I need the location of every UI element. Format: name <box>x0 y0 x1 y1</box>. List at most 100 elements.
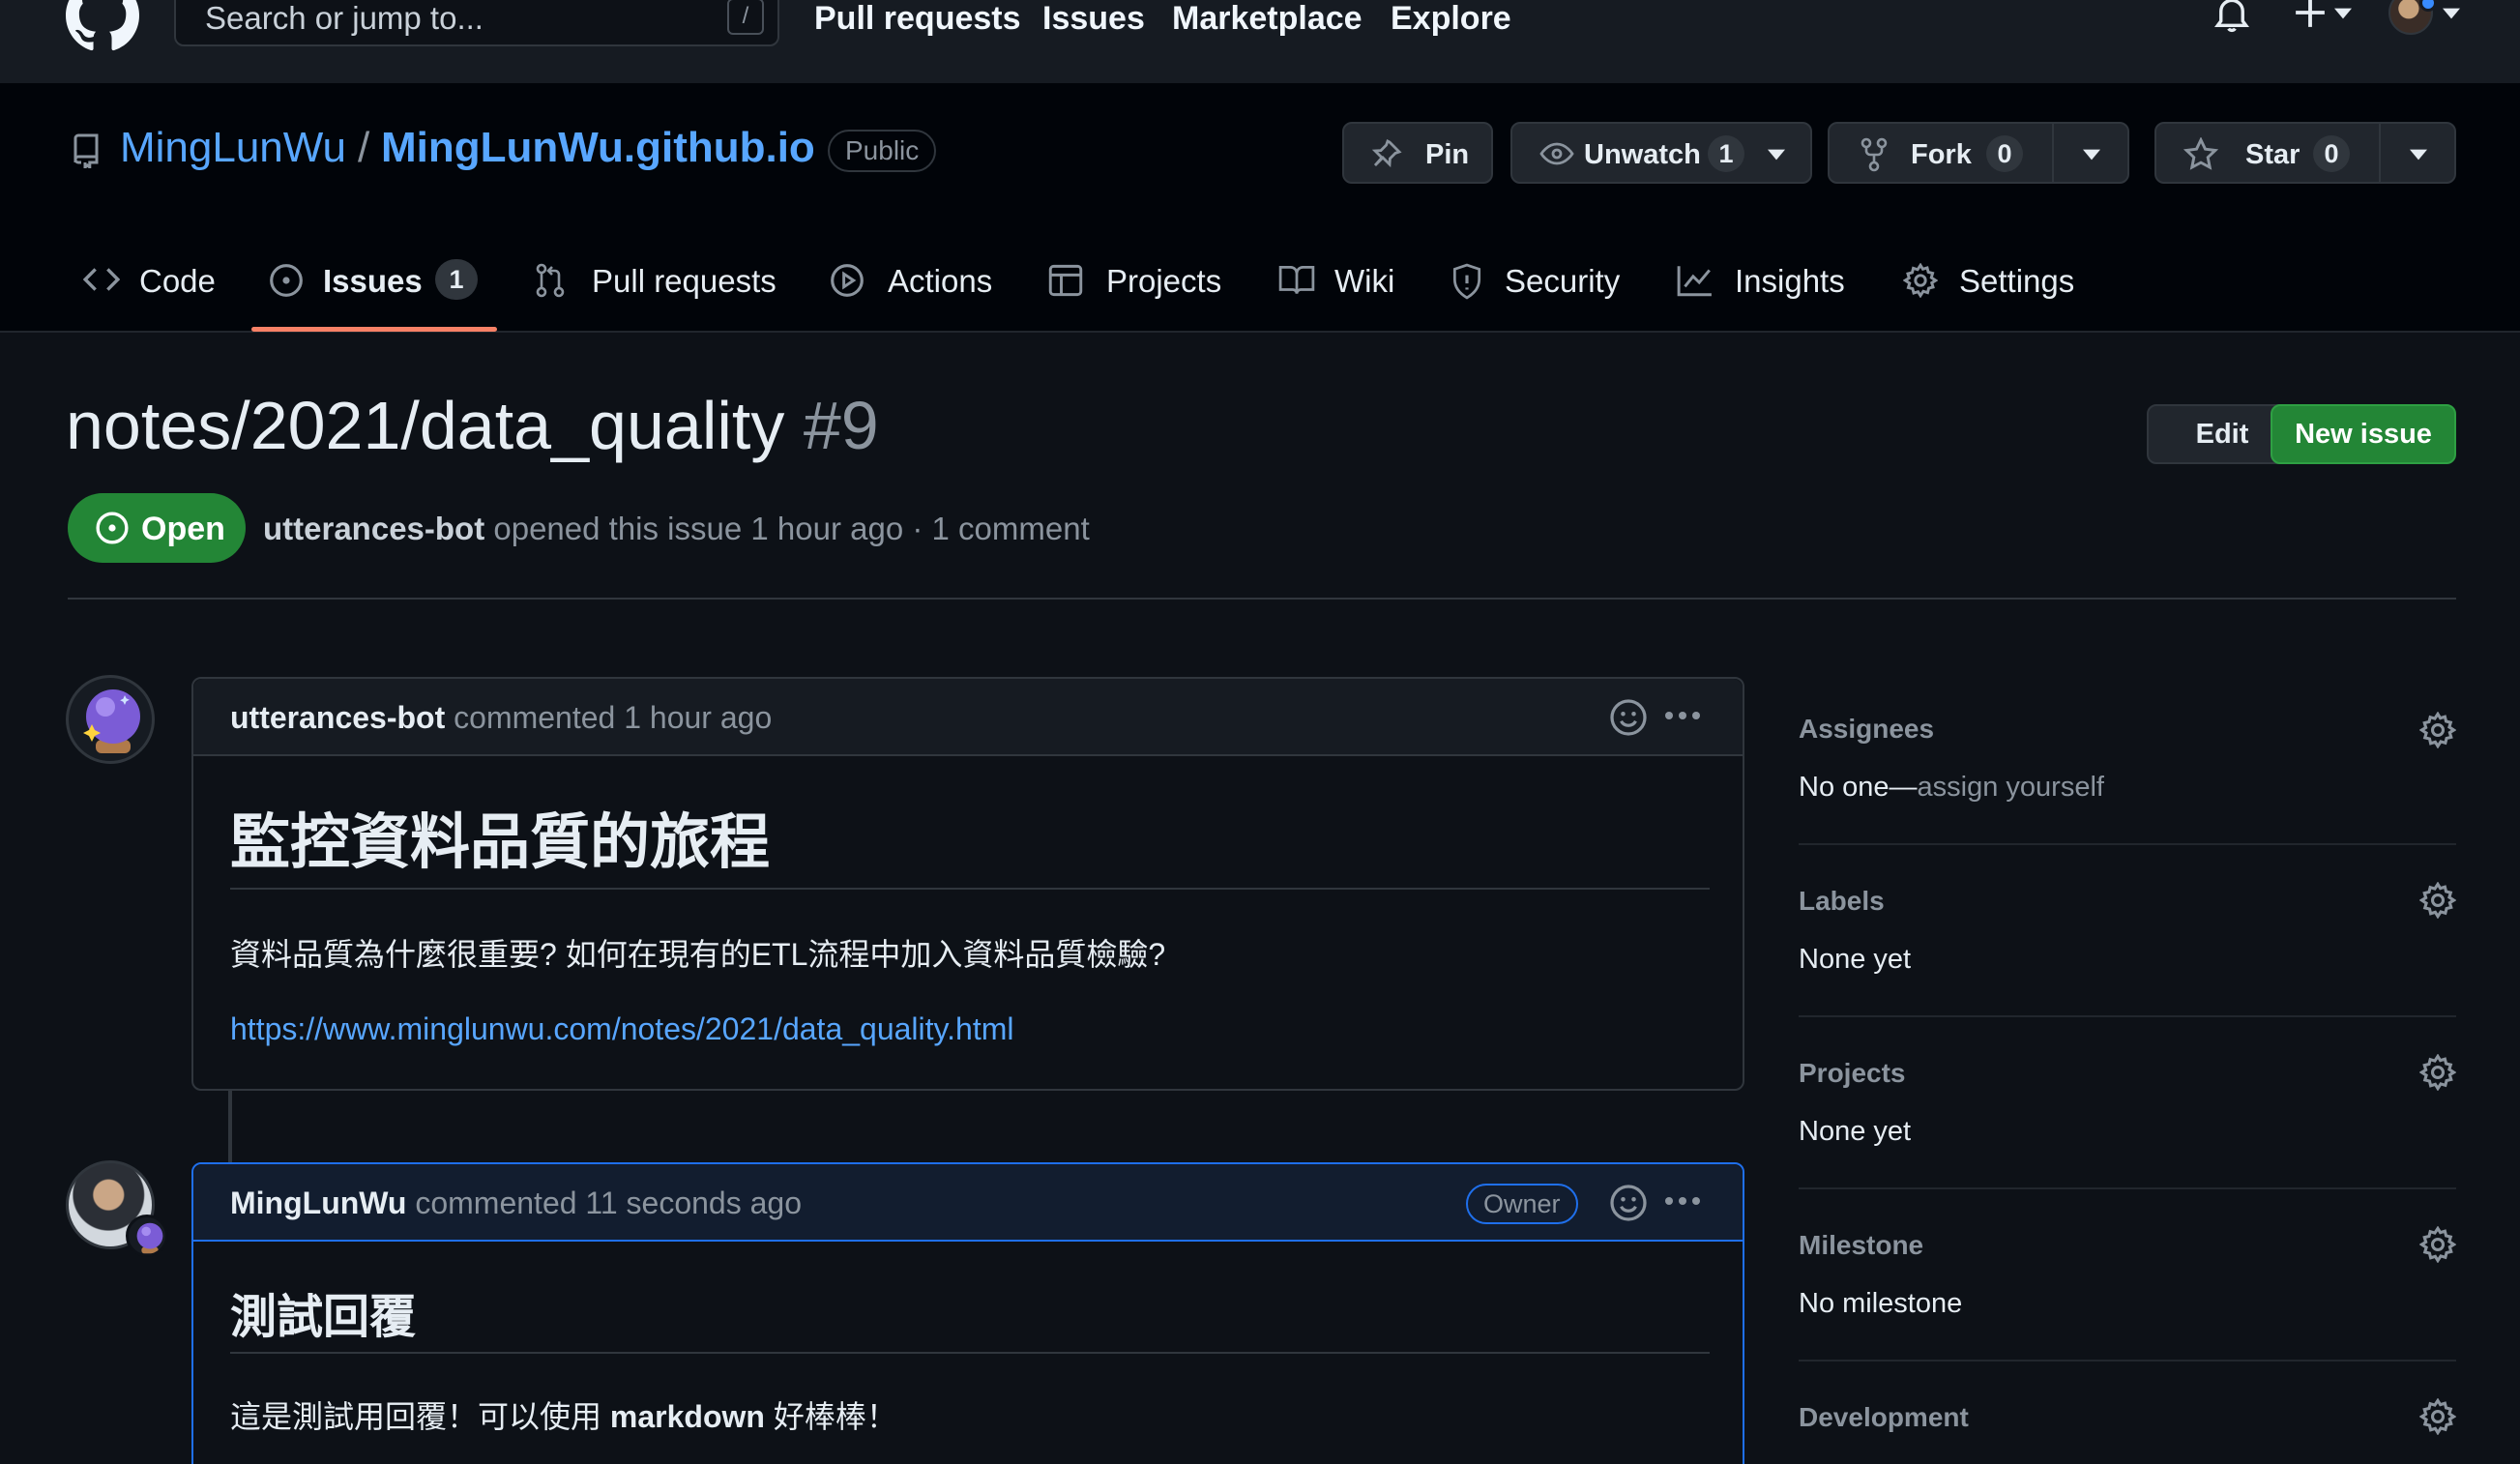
app-badge-avatar <box>126 1215 168 1257</box>
tab-security-label: Security <box>1505 263 1621 299</box>
assign-yourself-link[interactable]: assign yourself <box>1918 772 2104 803</box>
gear-icon[interactable] <box>2419 1398 2456 1435</box>
star-label: Star <box>2245 139 2300 170</box>
issue-title: notes/2021/data_quality #9 <box>66 387 879 464</box>
unwatch-button[interactable]: Unwatch 1 <box>1510 122 1812 184</box>
shield-icon <box>1452 263 1481 300</box>
star-button[interactable]: Star 0 <box>2154 122 2456 184</box>
sidebar-assignees: Assignees No one—assign yourself <box>1799 698 2456 853</box>
issue-page: Search or jump to... / Pull requests Iss… <box>0 0 2520 1464</box>
github-logo-icon[interactable] <box>66 0 139 52</box>
comment-text-bold: markdown <box>609 1399 765 1434</box>
comment-author-link[interactable]: MingLunWu <box>230 1186 406 1220</box>
watch-dropdown-chevron-icon[interactable] <box>1768 149 1785 161</box>
gear-icon <box>1903 263 1938 298</box>
avatar-dropdown-chevron-icon[interactable] <box>2443 8 2460 19</box>
fork-dropdown-chevron-icon[interactable] <box>2083 149 2100 161</box>
repo-name-link[interactable]: MingLunWu.github.io <box>381 124 815 172</box>
comment-header: MingLunWu commented 11 seconds ago Owner <box>193 1164 1743 1242</box>
repo-forked-icon <box>1861 137 1888 172</box>
tab-projects-label: Projects <box>1106 263 1222 299</box>
book-icon <box>1278 265 1315 295</box>
issue-state-badge: Open <box>68 493 246 563</box>
search-input[interactable]: Search or jump to... / <box>174 0 779 46</box>
comment-card: utterances-bot commented 1 hour ago 監控資料… <box>191 677 1744 1091</box>
issue-opened-icon <box>96 512 129 544</box>
star-split-divider <box>2379 124 2381 182</box>
tab-issues-label: Issues <box>323 263 423 299</box>
tab-pull-requests-label: Pull requests <box>592 263 777 299</box>
status-dot-icon <box>2419 0 2437 12</box>
bot-avatar[interactable] <box>66 675 155 764</box>
comment-heading: 監控資料品質的旅程 <box>230 809 771 876</box>
tab-wiki-label: Wiki <box>1334 263 1395 299</box>
visibility-badge: Public <box>828 130 937 172</box>
nav-explore[interactable]: Explore <box>1391 0 1511 39</box>
fork-label: Fork <box>1911 139 1972 170</box>
sidebar-projects-value: None yet <box>1799 1116 1912 1147</box>
comment-paragraph: 資料品質為什麼很重要? 如何在現有的ETL流程中加入資料品質檢驗? <box>230 937 1166 972</box>
sidebar-divider <box>1799 843 2456 845</box>
nav-pull-requests[interactable]: Pull requests <box>814 0 1021 39</box>
tab-settings-label: Settings <box>1959 263 2075 299</box>
bell-icon[interactable] <box>2214 0 2249 35</box>
gear-icon[interactable] <box>2419 712 2456 748</box>
issue-title-text: notes/2021/data_quality <box>66 388 785 463</box>
sidebar-development-title: Development <box>1799 1402 1969 1432</box>
sidebar-milestone: Milestone No milestone <box>1799 1215 2456 1369</box>
comment-timestamp[interactable]: commented 1 hour ago <box>454 700 772 735</box>
repo-owner-link[interactable]: MingLunWu <box>120 124 346 172</box>
tab-code-label: Code <box>139 263 216 299</box>
table-icon <box>1048 264 1083 297</box>
sidebar-labels-title: Labels <box>1799 886 1885 916</box>
code-icon <box>83 268 120 291</box>
gear-icon[interactable] <box>2419 882 2456 919</box>
comment-author-link[interactable]: utterances-bot <box>230 700 445 735</box>
fork-count: 0 <box>1986 135 2023 172</box>
smiley-icon[interactable] <box>1609 1184 1648 1222</box>
fork-button[interactable]: Fork 0 <box>1828 122 2129 184</box>
git-pull-request-icon <box>536 263 565 298</box>
plus-dropdown-chevron-icon[interactable] <box>2334 8 2352 19</box>
title-divider <box>68 598 2456 600</box>
issue-number: #9 <box>803 388 879 463</box>
timeline-connector <box>228 1089 232 1162</box>
play-icon <box>831 264 864 297</box>
plus-icon[interactable] <box>2294 0 2327 29</box>
nav-marketplace[interactable]: Marketplace <box>1172 0 1363 39</box>
sidebar-milestone-title: Milestone <box>1799 1230 1924 1260</box>
pin-button[interactable]: Pin <box>1342 122 1493 184</box>
search-placeholder: Search or jump to... <box>205 0 483 36</box>
smiley-icon[interactable] <box>1609 698 1648 737</box>
sidebar-projects-title: Projects <box>1799 1058 1906 1088</box>
comment-timestamp[interactable]: commented 11 seconds ago <box>415 1186 802 1220</box>
star-count: 0 <box>2313 135 2350 172</box>
comment-link[interactable]: https://www.minglunwu.com/notes/2021/dat… <box>230 1011 1014 1047</box>
pin-icon <box>1371 139 1402 168</box>
issue-meta-text: opened this issue 1 hour ago · 1 comment <box>493 511 1090 546</box>
kebab-horizontal-icon[interactable] <box>1663 1195 1702 1207</box>
comment-byline: MingLunWu commented 11 seconds ago <box>230 1186 802 1221</box>
new-issue-button[interactable]: New issue <box>2271 404 2456 464</box>
eye-icon <box>1539 142 1574 165</box>
kebab-horizontal-icon[interactable] <box>1663 710 1702 721</box>
repo-header: MingLunWu / MingLunWu.github.io Public P… <box>0 83 2520 333</box>
comment-byline: utterances-bot commented 1 hour ago <box>230 700 772 736</box>
nav-issues[interactable]: Issues <box>1042 0 1145 39</box>
sidebar-projects: Projects None yet <box>1799 1042 2456 1197</box>
crystal-ball-icon <box>83 689 140 753</box>
repo-path-separator: / <box>358 124 370 171</box>
sidebar-development: Development <box>1799 1387 2456 1464</box>
sidebar-labels: Labels None yet <box>1799 870 2456 1025</box>
unwatch-label: Unwatch <box>1584 139 1701 170</box>
heading-rule <box>230 1352 1710 1354</box>
heading-rule <box>230 888 1710 890</box>
gear-icon[interactable] <box>2419 1226 2456 1263</box>
star-dropdown-chevron-icon[interactable] <box>2410 149 2427 161</box>
watch-count: 1 <box>1708 135 1744 172</box>
global-header: Search or jump to... / Pull requests Iss… <box>0 0 2520 83</box>
owner-badge: Owner <box>1466 1184 1578 1224</box>
issue-author-link[interactable]: utterances-bot <box>263 511 484 546</box>
gear-icon[interactable] <box>2419 1054 2456 1091</box>
comment-card-owner: MingLunWu commented 11 seconds ago Owner… <box>191 1162 1744 1464</box>
